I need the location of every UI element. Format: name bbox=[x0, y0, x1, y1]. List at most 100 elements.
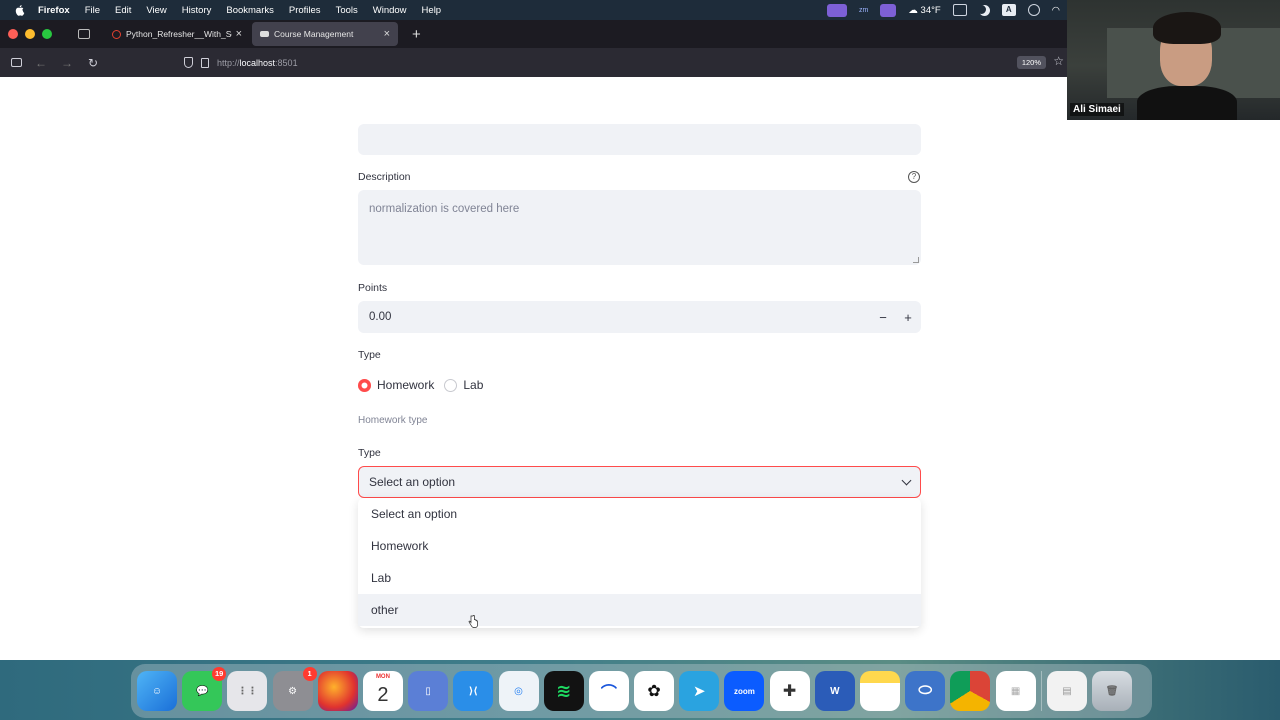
presenter-body bbox=[1137, 86, 1237, 120]
sidebar-toggle-icon[interactable] bbox=[11, 58, 22, 67]
increment-button[interactable]: + bbox=[896, 301, 920, 333]
sheet-document-icon[interactable]: ▦ bbox=[995, 671, 1036, 711]
radio-homework-label: Homework bbox=[377, 378, 435, 392]
dock: ☺ 💬 19 ⋮⋮ ⚙ 1 MON 2 ▯ ⟩⟨ ◎ ≋ ⌒ ✿ ➤ zoom … bbox=[131, 664, 1152, 718]
calendar-month: MON bbox=[375, 674, 390, 680]
zoom-status-icon[interactable]: zm bbox=[859, 7, 868, 14]
finder-icon[interactable]: ☺ bbox=[137, 671, 177, 711]
word-icon[interactable]: W bbox=[814, 671, 855, 711]
menu-view[interactable]: View bbox=[146, 5, 166, 16]
apple-icon[interactable] bbox=[12, 4, 28, 16]
menu-tools[interactable]: Tools bbox=[336, 5, 358, 16]
menu-window[interactable]: Window bbox=[373, 5, 407, 16]
menu-bookmarks[interactable]: Bookmarks bbox=[226, 5, 274, 16]
browser-tab-bar: Python_Refresher__With_Soluti × Course M… bbox=[0, 20, 1067, 48]
type-select[interactable]: Select an option bbox=[358, 466, 921, 498]
safari-icon[interactable]: ◎ bbox=[498, 671, 539, 711]
forward-arrow-icon[interactable]: → bbox=[60, 56, 74, 70]
minimize-window-button[interactable] bbox=[25, 29, 35, 39]
reload-icon[interactable]: ↻ bbox=[86, 56, 100, 70]
tab-label: Python_Refresher__With_Soluti bbox=[126, 29, 232, 39]
webcam-name-label: Ali Simaei bbox=[1070, 103, 1124, 116]
focus-moon-icon[interactable] bbox=[979, 5, 990, 16]
weather-temp: 34°F bbox=[920, 4, 941, 16]
firefox-icon[interactable] bbox=[317, 671, 358, 711]
zoom-window-button[interactable] bbox=[42, 29, 52, 39]
help-icon[interactable]: ? bbox=[908, 171, 920, 183]
chrome-icon[interactable] bbox=[950, 671, 991, 711]
display-icon[interactable] bbox=[952, 4, 967, 16]
screen-share-icon[interactable] bbox=[827, 3, 848, 17]
settings-badge: 1 bbox=[302, 667, 317, 681]
menu-file[interactable]: File bbox=[85, 5, 100, 16]
tab-python-refresher[interactable]: Python_Refresher__With_Soluti × bbox=[104, 22, 250, 46]
docker-icon[interactable]: ⬭ bbox=[905, 671, 946, 711]
simulator-icon[interactable]: ▯ bbox=[408, 671, 449, 711]
messages-icon[interactable]: 💬 19 bbox=[182, 667, 227, 711]
decrement-button[interactable]: − bbox=[871, 301, 895, 333]
dropdown-option-hovered[interactable]: other bbox=[358, 594, 921, 626]
system-settings-icon[interactable]: ⚙ 1 bbox=[272, 667, 317, 711]
radio-checked-icon[interactable] bbox=[358, 378, 371, 392]
menu-app-firefox[interactable]: Firefox bbox=[38, 5, 70, 16]
messages-badge: 19 bbox=[212, 667, 227, 681]
menu-history[interactable]: History bbox=[182, 5, 212, 16]
close-window-button[interactable] bbox=[8, 29, 18, 39]
tracking-shield-icon[interactable] bbox=[184, 57, 193, 68]
tab-course-management[interactable]: Course Management × bbox=[252, 22, 398, 46]
calendar-day: 2 bbox=[377, 683, 389, 706]
tableau-icon[interactable]: ✚ bbox=[769, 671, 810, 711]
wifi-icon[interactable]: ◠ bbox=[1052, 5, 1060, 16]
bookmark-star-icon[interactable]: ☆ bbox=[1053, 54, 1064, 68]
type-radio-label: Type bbox=[358, 349, 381, 361]
telegram-icon[interactable]: ➤ bbox=[679, 671, 720, 711]
radio-unchecked-icon[interactable] bbox=[444, 378, 458, 392]
description-textarea[interactable]: normalization is covered here bbox=[358, 190, 921, 265]
points-label: Points bbox=[358, 282, 388, 294]
dropdown-option[interactable]: Select an option bbox=[358, 498, 921, 530]
title-input[interactable] bbox=[358, 124, 921, 155]
radio-homework[interactable]: Homework bbox=[358, 378, 434, 392]
select-value: Select an option bbox=[369, 475, 456, 489]
input-source-icon[interactable]: A bbox=[1001, 4, 1016, 16]
window-controls bbox=[8, 29, 52, 39]
menubar-status-area: zm ☁ 34°F A ◠ bbox=[827, 0, 1060, 20]
launchpad-icon[interactable]: ⋮⋮ bbox=[227, 671, 268, 711]
menu-profiles[interactable]: Profiles bbox=[289, 5, 321, 16]
points-number-input[interactable]: 0.00 − + bbox=[358, 301, 921, 333]
page-content: Description ? normalization is covered h… bbox=[0, 77, 1280, 660]
webex-icon[interactable]: ⌒ bbox=[588, 671, 629, 711]
tab-close-icon[interactable]: × bbox=[236, 28, 242, 40]
back-arrow-icon[interactable]: ← bbox=[34, 56, 48, 70]
trash-icon[interactable]: 🗑 bbox=[1092, 671, 1133, 711]
notes-icon[interactable] bbox=[860, 671, 900, 711]
weather-status[interactable]: ☁ 34°F bbox=[908, 5, 940, 16]
stage-manager-icon[interactable] bbox=[880, 3, 897, 17]
streamlit-favicon-icon bbox=[260, 31, 269, 37]
playback-icon[interactable] bbox=[1027, 4, 1040, 16]
menu-help[interactable]: Help bbox=[422, 5, 442, 16]
radio-lab-label: Lab bbox=[463, 378, 484, 392]
homework-type-caption: Homework type bbox=[358, 415, 428, 426]
url-text[interactable]: http://localhost:8501 bbox=[217, 58, 298, 68]
select-type-label: Type bbox=[358, 447, 381, 459]
page-info-icon[interactable] bbox=[201, 57, 209, 68]
tab-overview-icon[interactable] bbox=[78, 29, 90, 39]
zoom-level-badge[interactable]: 120% bbox=[1016, 56, 1046, 69]
resize-grip-icon[interactable] bbox=[913, 257, 919, 263]
new-tab-button[interactable]: + bbox=[412, 26, 421, 43]
spotify-icon[interactable]: ≋ bbox=[543, 671, 584, 711]
calendar-icon[interactable]: MON 2 bbox=[362, 671, 403, 711]
address-bar[interactable]: http://localhost:8501 120% ☆ bbox=[178, 51, 1064, 74]
radio-lab[interactable]: Lab bbox=[444, 378, 483, 392]
chevron-down-icon[interactable] bbox=[901, 475, 912, 486]
menu-edit[interactable]: Edit bbox=[115, 5, 131, 16]
document-stack-icon[interactable]: ▤ bbox=[1046, 671, 1087, 711]
tab-close-icon[interactable]: × bbox=[384, 28, 390, 40]
zoom-app-icon[interactable]: zoom bbox=[724, 671, 765, 711]
chatgpt-icon[interactable]: ✿ bbox=[634, 671, 675, 711]
dropdown-option[interactable]: Homework bbox=[358, 530, 921, 562]
dropdown-option[interactable]: Lab bbox=[358, 562, 921, 594]
vscode-icon[interactable]: ⟩⟨ bbox=[453, 671, 494, 711]
presenter-hair bbox=[1153, 12, 1221, 44]
